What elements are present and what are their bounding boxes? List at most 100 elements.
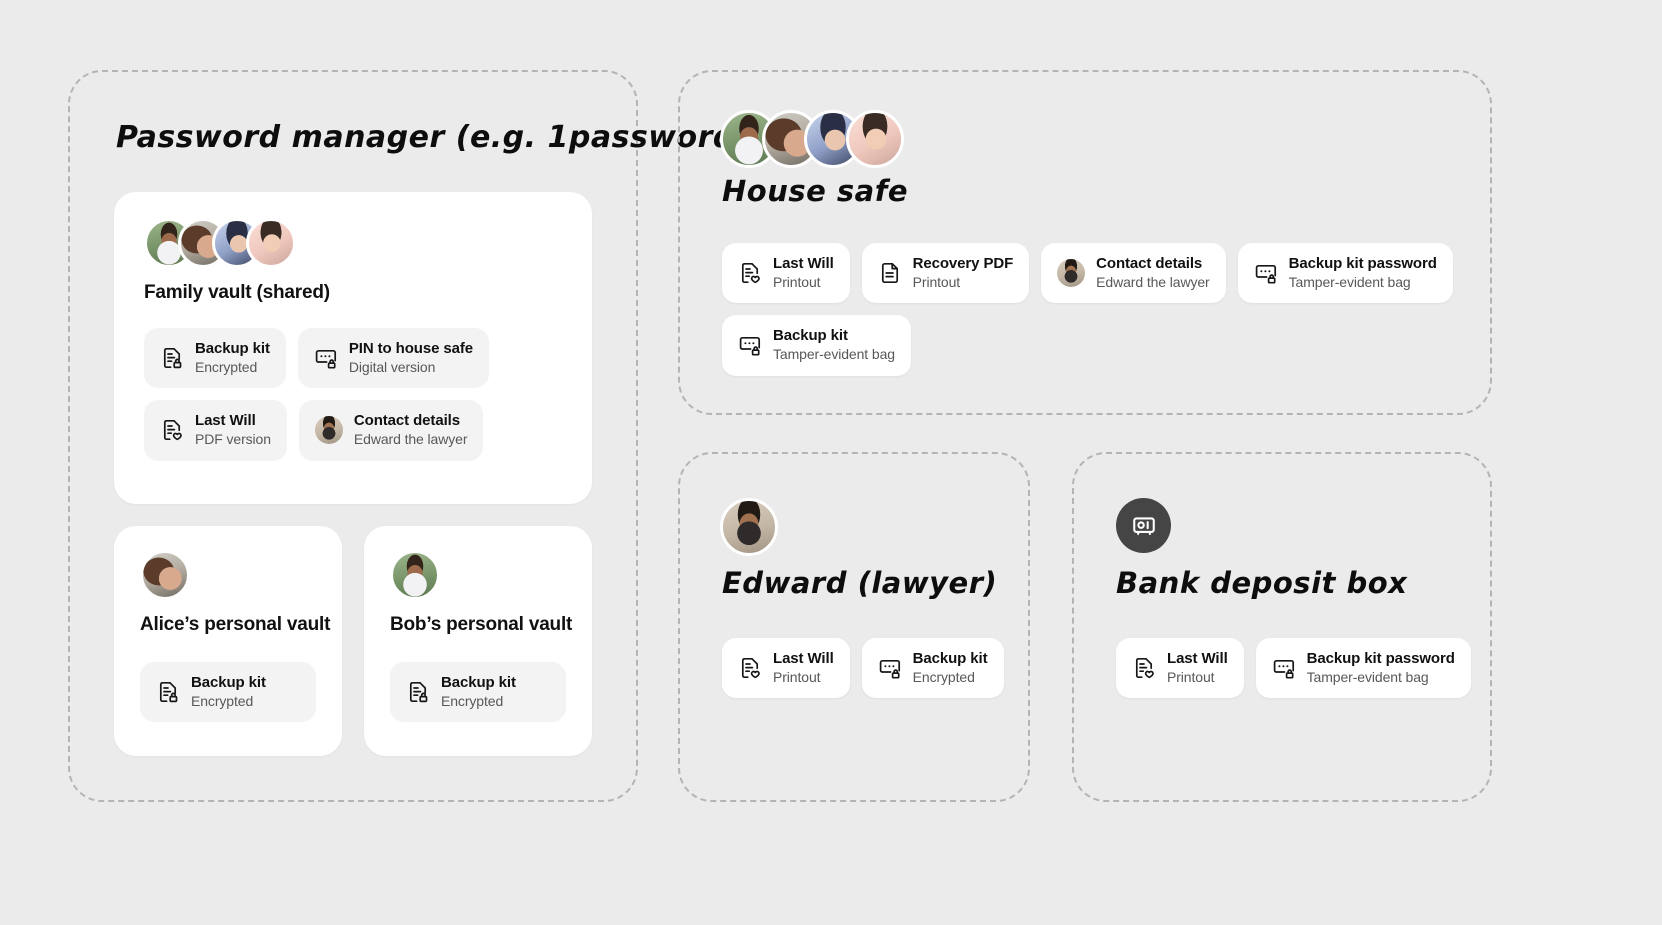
item-chip-subtitle: Printout: [1167, 668, 1215, 685]
group-title-edward: Edward (lawyer): [722, 566, 998, 600]
item-chip[interactable]: Backup kit Tamper-evident bag: [722, 315, 911, 376]
document-icon: [878, 261, 902, 285]
avatar-edward: [1057, 259, 1086, 288]
vault-name-alice: Alice’s personal vault: [140, 614, 331, 635]
document-lock-icon: [163, 348, 182, 369]
item-chip-subtitle: Encrypted: [191, 692, 254, 709]
item-chip-texts: PIN to house safe Digital version: [349, 340, 473, 376]
item-chip-subtitle: Tamper-evident bag: [1288, 273, 1411, 290]
avatar-stack-house-safe: [720, 110, 904, 168]
item-chip[interactable]: Last Will Printout: [1116, 638, 1244, 699]
document-icon: [881, 263, 898, 284]
item-chip[interactable]: Last Will Printout: [722, 638, 850, 699]
item-chip-title: Recovery PDF: [912, 255, 1014, 272]
document-lock-icon: [156, 680, 180, 704]
item-list-edward: Last Will Printout Backup kit Encrypted: [722, 638, 1022, 699]
keypad-lock-icon: [738, 333, 762, 357]
item-list-bank-deposit-box: Last Will Printout Backup kit password Tam…: [1116, 638, 1476, 699]
safe-vault-icon: [1116, 498, 1171, 553]
item-chip-title: Last Will: [773, 255, 834, 272]
item-chip-subtitle: Edward the lawyer: [353, 431, 468, 447]
document-heart-icon: [741, 263, 760, 284]
item-list-family: Backup kit Encrypted PIN to house safe Dig…: [144, 328, 562, 461]
item-chip-subtitle: Digital version: [348, 358, 436, 375]
item-chip-texts: Backup kit password Tamper-evident bag: [1307, 650, 1455, 686]
document-heart-icon: [1135, 658, 1154, 679]
avatar-edward: [314, 416, 343, 445]
item-chip-title: PIN to house safe: [348, 340, 474, 357]
item-chip-texts: Backup kit Tamper-evident bag: [773, 327, 895, 363]
group-title-bank-deposit-box: Bank deposit box: [1116, 566, 1408, 600]
keypad-lock-icon: [1273, 660, 1294, 679]
document-lock-icon: [159, 682, 178, 703]
item-chip-title: Contact details: [1096, 255, 1203, 272]
item-chip-title: Backup kit password: [1306, 650, 1455, 667]
item-chip[interactable]: Backup kit Encrypted: [144, 328, 286, 389]
item-list-alice: Backup kit Encrypted: [140, 662, 316, 723]
item-chip[interactable]: Contact details Edward the lawyer: [298, 400, 484, 461]
item-chip-texts: Last Will Printout: [773, 650, 834, 686]
document-heart-icon: [1132, 656, 1156, 680]
item-chip[interactable]: Backup kit Encrypted: [390, 662, 566, 723]
item-list-house-safe: Last Will Printout Recovery PDF Printout Co…: [722, 243, 1462, 376]
keypad-lock-icon: [739, 337, 761, 356]
group-title-password-manager: Password manager (e.g. 1password): [116, 120, 750, 155]
keypad-lock-icon: [879, 660, 900, 679]
item-chip[interactable]: Backup kit Encrypted: [140, 662, 316, 723]
avatar-alice: [140, 550, 190, 600]
item-chip-subtitle: Tamper-evident bag: [1306, 668, 1429, 685]
keypad-lock-icon: [1272, 656, 1296, 680]
item-chip-title: Backup kit: [773, 327, 848, 345]
item-chip[interactable]: Contact details Edward the lawyer: [1041, 243, 1226, 304]
item-chip[interactable]: Backup kit password Tamper-evident bag: [1255, 638, 1471, 699]
item-chip[interactable]: Last Will PDF version: [144, 400, 287, 461]
item-chip-title: Backup kit: [191, 674, 266, 691]
item-chip[interactable]: Backup kit password Tamper-evident bag: [1237, 243, 1453, 304]
item-chip-texts: Contact details Edward the lawyer: [1096, 255, 1210, 291]
item-chip-title: Backup kit: [441, 674, 516, 691]
document-lock-icon: [160, 346, 184, 370]
avatar-edward: [720, 498, 778, 556]
item-chip-subtitle: Printout: [912, 273, 961, 290]
avatar-bob: [390, 550, 440, 600]
item-chip-texts: Contact details Edward the lawyer: [353, 412, 468, 448]
item-chip-title: Last Will: [773, 650, 834, 667]
item-chip-texts: Backup kit Encrypted: [913, 650, 988, 686]
item-chip-subtitle: Tamper-evident bag: [773, 346, 895, 362]
item-chip[interactable]: Backup kit Encrypted: [861, 638, 1004, 699]
item-list-bob: Backup kit Encrypted: [390, 662, 566, 723]
item-chip-title: Backup kit: [912, 650, 988, 667]
item-chip[interactable]: Last Will Printout: [722, 243, 850, 304]
item-chip-texts: Recovery PDF Printout: [913, 255, 1014, 291]
keypad-lock-icon: [1255, 265, 1276, 284]
item-chip-title: Backup kit password: [1288, 255, 1437, 272]
document-lock-icon: [406, 680, 430, 704]
avatar-stack-alice: [140, 550, 316, 600]
item-chip-texts: Last Will Printout: [1167, 650, 1228, 686]
vault-card-bob[interactable]: Bob’s personal vault Backup kit Encrypted: [364, 526, 592, 756]
avatar-stack-bob: [390, 550, 566, 600]
item-chip[interactable]: Recovery PDF Printout: [861, 243, 1030, 304]
item-chip-title: Backup kit: [195, 340, 270, 357]
item-chip[interactable]: PIN to house safe Digital version: [297, 328, 490, 389]
diagram-canvas: Password manager (e.g. 1password) Family…: [0, 0, 1662, 925]
group-title-house-safe: House safe: [722, 174, 908, 208]
item-chip-subtitle: Printout: [773, 668, 821, 685]
item-chip-subtitle: Edward the lawyer: [1096, 273, 1210, 290]
document-heart-icon: [741, 658, 760, 679]
item-chip-texts: Backup kit Encrypted: [195, 340, 270, 376]
item-chip-texts: Backup kit Encrypted: [191, 674, 266, 710]
document-heart-icon: [160, 418, 184, 442]
vault-name-family: Family vault (shared): [144, 282, 330, 303]
document-heart-icon: [738, 656, 762, 680]
document-heart-icon: [163, 420, 182, 441]
item-chip-subtitle: Encrypted: [912, 668, 975, 685]
item-chip-texts: Backup kit Encrypted: [441, 674, 516, 710]
vault-card-alice[interactable]: Alice’s personal vault Backup kit Encrypt…: [114, 526, 342, 756]
avatar-kid2: [246, 218, 296, 268]
item-chip-texts: Last Will Printout: [773, 255, 834, 291]
keypad-lock-icon: [1254, 261, 1278, 285]
vault-card-family[interactable]: Family vault (shared) Backup kit Encrypte…: [114, 192, 592, 504]
keypad-lock-icon: [315, 350, 336, 369]
vault-name-bob: Bob’s personal vault: [390, 614, 573, 635]
